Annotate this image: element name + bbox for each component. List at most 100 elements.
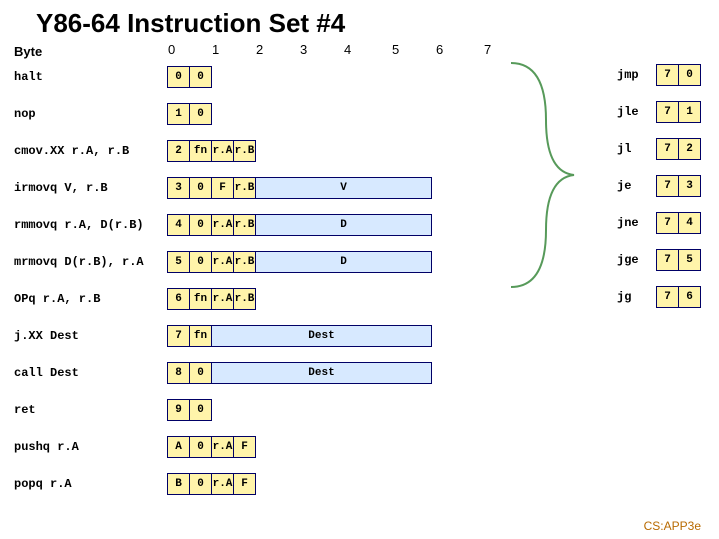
- col-header: 4: [344, 42, 351, 57]
- col-header: 3: [300, 42, 307, 57]
- jump-byte-cell: 3: [678, 175, 701, 197]
- jump-row: jne74: [617, 212, 701, 234]
- jump-byte-cell: 7: [656, 249, 679, 271]
- instruction-row: cmov.XX r.A, r.B2fnr.Ar.B: [14, 140, 256, 162]
- byte-label: Byte: [14, 44, 42, 59]
- instruction-row: nop10: [14, 103, 212, 125]
- jump-label: jg: [617, 290, 657, 304]
- instruction-label: halt: [14, 70, 168, 84]
- byte-cell: 0: [189, 473, 212, 495]
- jump-label: jge: [617, 253, 657, 267]
- byte-cell: 4: [167, 214, 190, 236]
- byte-cell: 0: [189, 177, 212, 199]
- brace-icon: [506, 60, 576, 290]
- byte-cell: r.B: [233, 177, 256, 199]
- jump-table: jmp70jle71jl72je73jne74jge75jg76: [617, 64, 701, 323]
- byte-cell: r.A: [211, 436, 234, 458]
- byte-cell: r.A: [211, 288, 234, 310]
- byte-cell: fn: [189, 140, 212, 162]
- byte-cell: fn: [189, 325, 212, 347]
- jump-label: jne: [617, 216, 657, 230]
- instruction-label: mrmovq D(r.B), r.A: [14, 255, 168, 269]
- byte-cell: r.B: [233, 288, 256, 310]
- jump-byte-cell: 7: [656, 138, 679, 160]
- jump-byte-cell: 6: [678, 286, 701, 308]
- instruction-row: mrmovq D(r.B), r.A50r.Ar.BD: [14, 251, 432, 273]
- byte-cell: F: [233, 473, 256, 495]
- byte-cell: r.B: [233, 251, 256, 273]
- byte-cell: 5: [167, 251, 190, 273]
- byte-cell: r.B: [233, 140, 256, 162]
- jump-byte-cell: 1: [678, 101, 701, 123]
- byte-cell: r.B: [233, 214, 256, 236]
- jump-byte-cell: 7: [656, 286, 679, 308]
- jump-label: jl: [617, 142, 657, 156]
- jump-label: jmp: [617, 68, 657, 82]
- byte-cell: A: [167, 436, 190, 458]
- value-cell: D: [255, 214, 432, 236]
- instruction-label: cmov.XX r.A, r.B: [14, 144, 168, 158]
- byte-cell: 0: [189, 103, 212, 125]
- jump-byte-cell: 2: [678, 138, 701, 160]
- jump-byte-cell: 7: [656, 101, 679, 123]
- byte-cell: 0: [189, 251, 212, 273]
- instruction-row: halt00: [14, 66, 212, 88]
- instruction-row: j.XX Dest7fnDest: [14, 325, 432, 347]
- jump-byte-cell: 0: [678, 64, 701, 86]
- byte-cell: B: [167, 473, 190, 495]
- jump-label: jle: [617, 105, 657, 119]
- dest-cell: Dest: [211, 362, 432, 384]
- jump-row: je73: [617, 175, 701, 197]
- instruction-row: irmovq V, r.B30Fr.BV: [14, 177, 432, 199]
- byte-cell: r.A: [211, 140, 234, 162]
- byte-cell: F: [211, 177, 234, 199]
- jump-byte-cell: 7: [656, 175, 679, 197]
- instruction-label: nop: [14, 107, 168, 121]
- instruction-row: rmmovq r.A, D(r.B)40r.Ar.BD: [14, 214, 432, 236]
- instruction-label: pushq r.A: [14, 440, 168, 454]
- instruction-row: OPq r.A, r.B6fnr.Ar.B: [14, 288, 256, 310]
- instruction-label: call Dest: [14, 366, 168, 380]
- jump-label: je: [617, 179, 657, 193]
- byte-cell: 1: [167, 103, 190, 125]
- jump-byte-cell: 7: [656, 212, 679, 234]
- instruction-row: popq r.AB0r.AF: [14, 473, 256, 495]
- value-cell: V: [255, 177, 432, 199]
- byte-cell: r.A: [211, 251, 234, 273]
- byte-cell: r.A: [211, 214, 234, 236]
- byte-cell: r.A: [211, 473, 234, 495]
- byte-cell: F: [233, 436, 256, 458]
- jump-row: jg76: [617, 286, 701, 308]
- value-cell: D: [255, 251, 432, 273]
- jump-row: jmp70: [617, 64, 701, 86]
- byte-cell: 6: [167, 288, 190, 310]
- byte-cell: 0: [189, 362, 212, 384]
- col-header: 6: [436, 42, 443, 57]
- byte-cell: 0: [189, 436, 212, 458]
- col-header: 1: [212, 42, 219, 57]
- byte-cell: 3: [167, 177, 190, 199]
- jump-byte-cell: 7: [656, 64, 679, 86]
- jump-byte-cell: 5: [678, 249, 701, 271]
- instruction-label: OPq r.A, r.B: [14, 292, 168, 306]
- instruction-label: irmovq V, r.B: [14, 181, 168, 195]
- byte-cell: 0: [167, 66, 190, 88]
- jump-row: jle71: [617, 101, 701, 123]
- page-title: Y86-64 Instruction Set #4: [0, 0, 719, 41]
- col-header: 5: [392, 42, 399, 57]
- byte-cell: 9: [167, 399, 190, 421]
- byte-cell: 2: [167, 140, 190, 162]
- instruction-row: ret90: [14, 399, 212, 421]
- jump-byte-cell: 4: [678, 212, 701, 234]
- jump-row: jl72: [617, 138, 701, 160]
- instruction-row: pushq r.AA0r.AF: [14, 436, 256, 458]
- instruction-label: j.XX Dest: [14, 329, 168, 343]
- instruction-label: ret: [14, 403, 168, 417]
- jump-row: jge75: [617, 249, 701, 271]
- byte-cell: 8: [167, 362, 190, 384]
- byte-cell: 0: [189, 214, 212, 236]
- instruction-label: rmmovq r.A, D(r.B): [14, 218, 168, 232]
- instruction-row: call Dest80Dest: [14, 362, 432, 384]
- col-header: 7: [484, 42, 491, 57]
- col-header: 2: [256, 42, 263, 57]
